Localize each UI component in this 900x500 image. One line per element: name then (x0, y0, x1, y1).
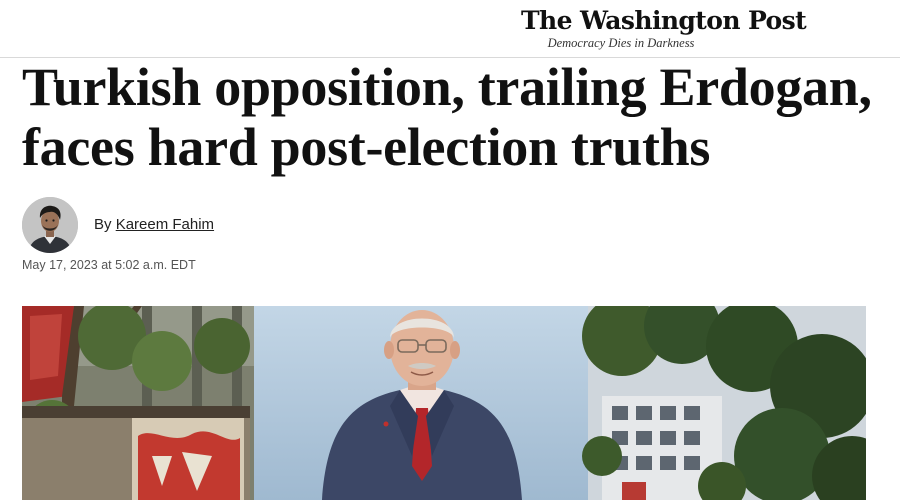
lead-photo[interactable] (22, 306, 866, 500)
author-avatar-icon[interactable] (22, 197, 78, 253)
logo-name: The Washington Post (521, 6, 807, 35)
author-link[interactable]: Kareem Fahim (116, 216, 214, 233)
logo-tagline: Democracy Dies in Darkness (547, 36, 695, 50)
headline-line-1: Turkish opposition, trailing Erdogan, (22, 57, 872, 117)
byline-prefix: By (94, 216, 112, 233)
publish-timestamp: May 17, 2023 at 5:02 a.m. EDT (22, 258, 196, 272)
byline: By Kareem Fahim (94, 216, 214, 234)
washington-post-logo[interactable]: The Washington Post Democracy Dies in Da… (521, 6, 807, 52)
headline-line-2: faces hard post-election truths (22, 117, 711, 177)
masthead: The Washington Post Democracy Dies in Da… (0, 0, 900, 58)
article-headline: Turkish opposition, trailing Erdogan, fa… (22, 57, 900, 177)
